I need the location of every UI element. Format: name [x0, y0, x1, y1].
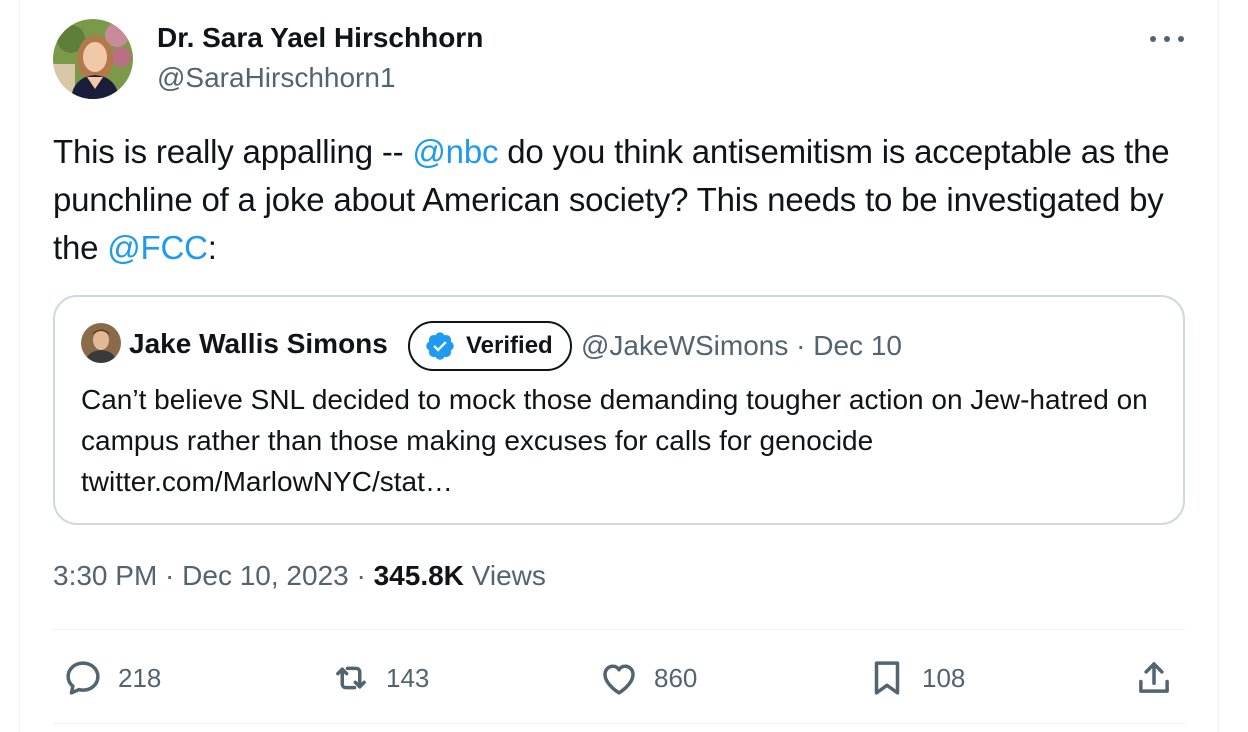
mention-nbc-link[interactable]: @nbc	[412, 133, 498, 170]
mention-fcc-link[interactable]: @FCC	[107, 229, 208, 266]
reply-button[interactable]: 218	[62, 656, 161, 700]
timestamp-link[interactable]: 3:30 PM · Dec 10, 2023 ·	[53, 560, 374, 591]
verified-pill[interactable]: Verified	[408, 321, 572, 371]
divider	[53, 629, 1185, 630]
share-icon	[1139, 662, 1169, 693]
author-name[interactable]: Dr. Sara Yael Hirschhorn	[157, 22, 483, 54]
quoted-author-name[interactable]: Jake Wallis Simons	[129, 328, 388, 360]
tweet-info: 3:30 PM · Dec 10, 2023 · 345.8K Views	[53, 560, 546, 592]
author-handle[interactable]: @SaraHirschhorn1	[157, 62, 396, 94]
quoted-handle-date[interactable]: @JakeWSimons · Dec 10	[581, 330, 902, 362]
quoted-tweet-text: Can’t believe SNL decided to mock those …	[81, 384, 1148, 497]
author-avatar[interactable]	[53, 19, 133, 99]
bookmark-icon	[874, 661, 900, 695]
like-icon	[603, 664, 635, 695]
verified-badge-icon	[426, 332, 454, 360]
quoted-author-avatar[interactable]	[81, 323, 121, 363]
views-count: 345.8K	[373, 560, 464, 591]
bookmark-button[interactable]: 108	[866, 656, 965, 700]
tweet-text-part: This is really appalling --	[53, 133, 413, 170]
like-count: 860	[654, 662, 698, 693]
verified-label: Verified	[466, 332, 553, 359]
views-label: Views	[463, 560, 546, 591]
divider	[53, 723, 1185, 724]
reply-icon	[66, 661, 100, 695]
repost-button[interactable]: 143	[330, 656, 429, 700]
like-button[interactable]: 860	[598, 656, 697, 700]
share-button[interactable]	[1133, 656, 1175, 700]
repost-icon	[336, 666, 366, 690]
tweet-text: This is really appalling -- @nbc do you …	[53, 128, 1193, 272]
quoted-tweet[interactable]: Jake Wallis Simons Verified @JakeWSimons…	[53, 295, 1185, 525]
more-icon[interactable]	[1150, 30, 1184, 48]
tweet-text-part: :	[207, 229, 217, 266]
reply-count: 218	[118, 662, 162, 693]
repost-count: 143	[386, 662, 430, 693]
bookmark-count: 108	[922, 662, 966, 693]
